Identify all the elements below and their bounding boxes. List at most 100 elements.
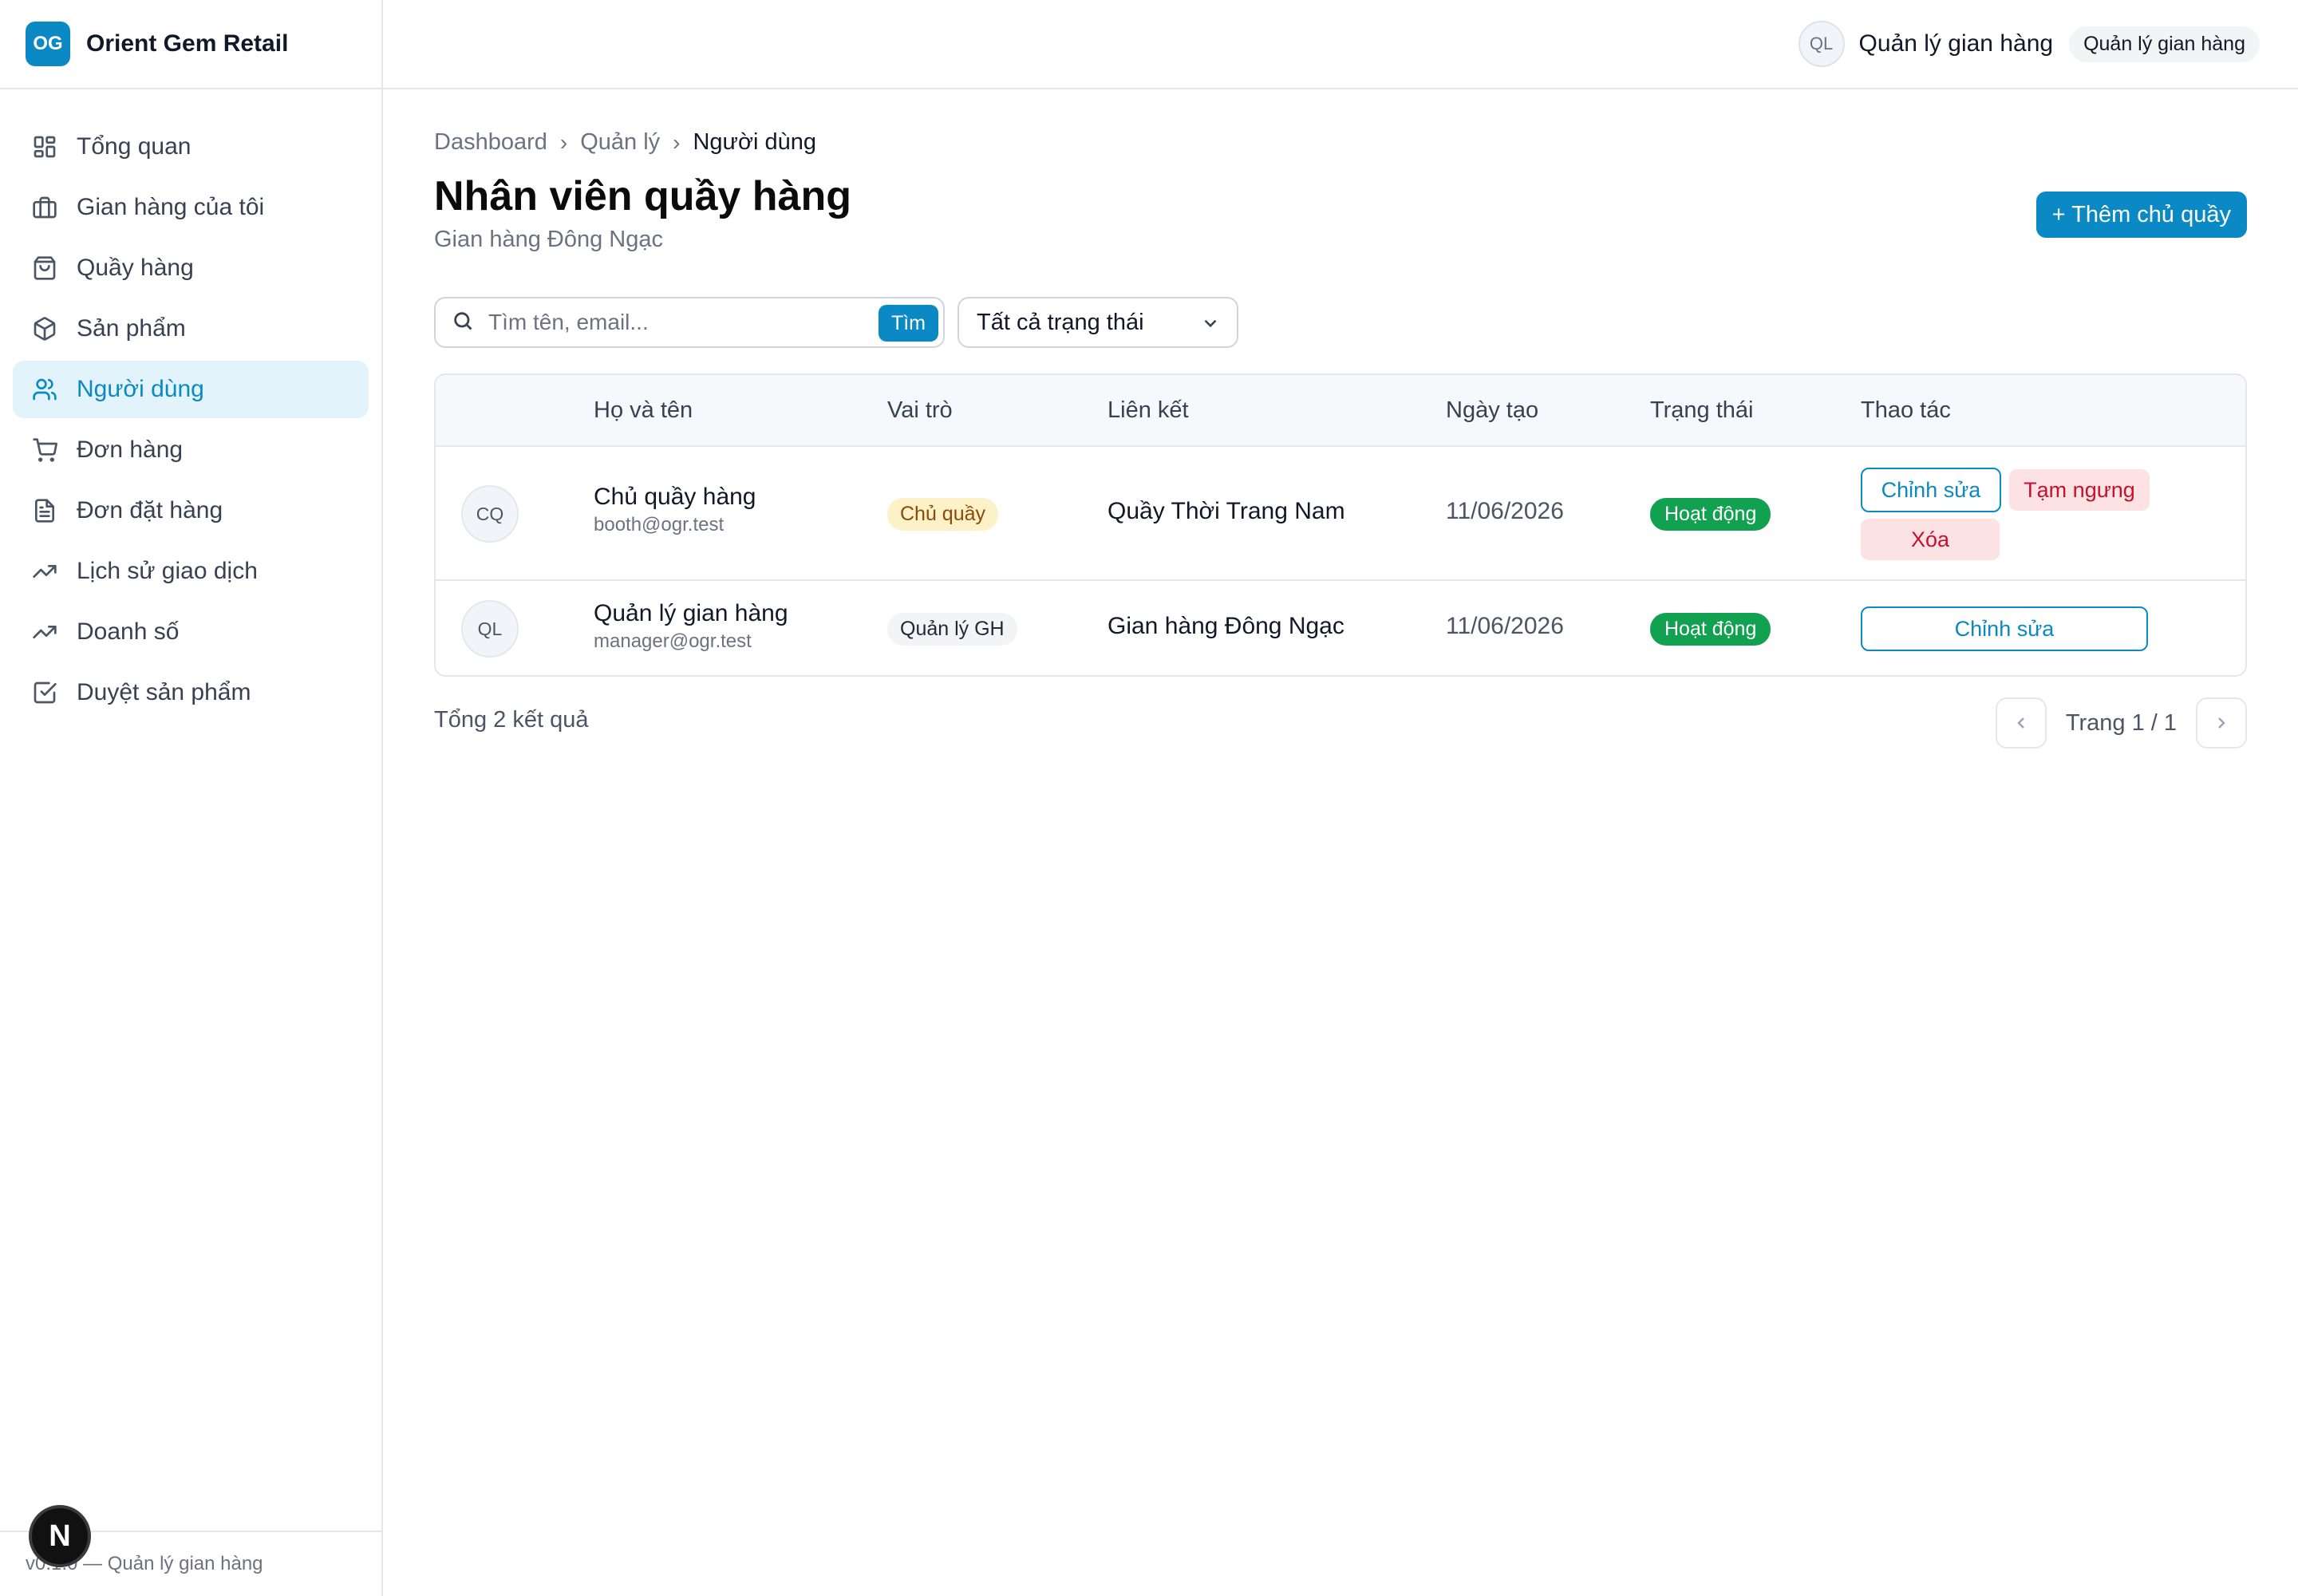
status-cell: Hoạt động	[1650, 498, 1771, 531]
avatar: CQ	[461, 485, 519, 543]
breadcrumb-quan-ly[interactable]: Quản lý	[580, 129, 660, 156]
search-button[interactable]: Tìm	[878, 305, 938, 342]
sidebar-item-tong-quan[interactable]: Tổng quan	[13, 118, 369, 176]
sidebar-item-don-dat-hang[interactable]: Đơn đặt hàng	[13, 482, 369, 539]
users-icon	[32, 377, 57, 402]
users-table: Họ và tên Vai trò Liên kết Ngày tạo Trạn…	[434, 373, 2247, 677]
sidebar-item-label: Gian hàng của tôi	[77, 194, 265, 220]
cart-icon	[32, 437, 57, 463]
grid-icon	[32, 134, 57, 160]
user-email: booth@ogr.test	[594, 514, 725, 535]
actions-cell: Chỉnh sửa Tạm ngưng Xóa	[1861, 468, 2212, 563]
suspend-button[interactable]: Tạm ngưng	[2009, 469, 2150, 511]
page-subtitle: Gian hàng Đông Ngạc	[434, 227, 663, 252]
column-header-date: Ngày tạo	[1446, 397, 1539, 423]
user-name: Quản lý gian hàng	[594, 600, 788, 626]
topbar: QL Quản lý gian hàng Quản lý gian hàng	[383, 0, 2298, 89]
sidebar-item-gian-hang[interactable]: Gian hàng của tôi	[13, 179, 369, 236]
user-cell: Quản lý gian hàng manager@ogr.test	[594, 600, 788, 653]
sidebar-item-lich-su-giao-dich[interactable]: Lịch sử giao dịch	[13, 543, 369, 600]
total-results: Tổng 2 kết quả	[434, 707, 589, 733]
check-square-icon	[32, 680, 57, 705]
file-text-icon	[32, 498, 57, 523]
brand[interactable]: OG Orient Gem Retail	[0, 0, 381, 89]
package-icon	[32, 316, 57, 342]
avatar: QL	[1798, 21, 1845, 67]
sidebar: OG Orient Gem Retail Tổng quan Gian hàng…	[0, 0, 383, 1596]
sidebar-item-label: Duyệt sản phẩm	[77, 679, 251, 705]
edit-button[interactable]: Chỉnh sửa	[1861, 468, 2001, 512]
page-indicator: Trang 1 / 1	[2065, 709, 2177, 736]
pagination: Trang 1 / 1	[1995, 697, 2247, 749]
user-email: manager@ogr.test	[594, 630, 752, 652]
shopping-bag-icon	[32, 255, 57, 281]
breadcrumb-dashboard[interactable]: Dashboard	[434, 129, 547, 156]
sidebar-item-quay-hang[interactable]: Quầy hàng	[13, 239, 369, 297]
trending-up-icon	[32, 619, 57, 645]
sidebar-item-nguoi-dung[interactable]: Người dùng	[13, 361, 369, 418]
chevron-left-icon	[2017, 717, 2024, 729]
date-cell: 11/06/2026	[1446, 498, 1564, 524]
table-row: QL Quản lý gian hàng manager@ogr.test Qu…	[436, 579, 2245, 675]
user-menu[interactable]: QL Quản lý gian hàng Quản lý gian hàng	[1798, 21, 2260, 67]
status-filter-value: Tất cả trạng thái	[977, 309, 1144, 335]
sidebar-nav: Tổng quan Gian hàng của tôi Quầy hàng Sả…	[0, 89, 381, 721]
actions-cell: Chỉnh sửa	[1861, 606, 2148, 651]
chevron-right-icon: ›	[559, 129, 568, 155]
brand-logo: OG	[26, 22, 70, 66]
sidebar-item-label: Sản phẩm	[77, 315, 186, 342]
sidebar-item-label: Doanh số	[77, 618, 180, 645]
sidebar-item-don-hang[interactable]: Đơn hàng	[13, 421, 369, 479]
user-name: Chủ quầy hàng	[594, 484, 756, 510]
role-badge: Chủ quầy	[887, 498, 999, 531]
user-cell: Chủ quầy hàng booth@ogr.test	[594, 484, 756, 536]
chevron-down-icon	[1204, 319, 1217, 328]
sidebar-item-label: Đơn hàng	[77, 437, 184, 463]
page-title: Nhân viên quầy hàng	[434, 173, 851, 219]
avatar: QL	[461, 600, 519, 658]
column-header-status: Trạng thái	[1650, 397, 1754, 423]
add-booth-owner-button[interactable]: + Thêm chủ quầy	[2035, 192, 2247, 238]
column-header-role: Vai trò	[887, 397, 953, 423]
link-cell: Quầy Thời Trang Nam	[1108, 498, 1345, 524]
role-badge: Quản lý gian hàng	[2069, 26, 2260, 62]
status-badge: Hoạt động	[1650, 498, 1771, 531]
column-header-name: Họ và tên	[594, 397, 693, 423]
role-cell: Quản lý GH	[887, 613, 1017, 646]
chevron-right-icon: ›	[673, 129, 681, 155]
sidebar-item-duyet-san-pham[interactable]: Duyệt sản phẩm	[13, 664, 369, 721]
briefcase-icon	[32, 195, 57, 220]
delete-button[interactable]: Xóa	[1861, 519, 2000, 560]
status-filter-select[interactable]: Tất cả trạng thái	[958, 297, 1238, 348]
breadcrumb-current: Người dùng	[693, 129, 816, 155]
nextjs-dev-badge[interactable]: N	[29, 1505, 91, 1567]
status-badge: Hoạt động	[1650, 613, 1771, 646]
column-header-link: Liên kết	[1108, 397, 1189, 423]
role-badge: Quản lý GH	[887, 613, 1017, 646]
link-cell: Gian hàng Đông Ngạc	[1108, 613, 1344, 639]
column-header-actions: Thao tác	[1861, 397, 1951, 423]
edit-button[interactable]: Chỉnh sửa	[1861, 606, 2148, 651]
search-box: Tìm	[434, 297, 945, 348]
sidebar-item-doanh-so[interactable]: Doanh số	[13, 603, 369, 661]
prev-page-button[interactable]	[1995, 697, 2047, 749]
status-cell: Hoạt động	[1650, 613, 1771, 646]
breadcrumb: Dashboard › Quản lý › Người dùng	[434, 129, 816, 156]
chevron-right-icon	[2218, 717, 2225, 729]
next-page-button[interactable]	[2196, 697, 2247, 749]
brand-name: Orient Gem Retail	[86, 30, 289, 57]
sidebar-item-label: Đơn đặt hàng	[77, 497, 223, 523]
search-icon	[452, 310, 474, 336]
date-cell: 11/06/2026	[1446, 613, 1564, 639]
user-name: Quản lý gian hàng	[1858, 30, 2054, 57]
sidebar-item-label: Lịch sử giao dịch	[77, 558, 258, 584]
search-input[interactable]	[488, 310, 855, 335]
sidebar-item-label: Quầy hàng	[77, 255, 194, 281]
sidebar-item-label: Người dùng	[77, 376, 204, 402]
table-header: Họ và tên Vai trò Liên kết Ngày tạo Trạn…	[436, 375, 2245, 445]
trending-up-icon	[32, 559, 57, 584]
role-cell: Chủ quầy	[887, 498, 999, 531]
sidebar-item-san-pham[interactable]: Sản phẩm	[13, 300, 369, 358]
sidebar-item-label: Tổng quan	[77, 133, 192, 160]
table-row: CQ Chủ quầy hàng booth@ogr.test Chủ quầy…	[436, 445, 2245, 579]
